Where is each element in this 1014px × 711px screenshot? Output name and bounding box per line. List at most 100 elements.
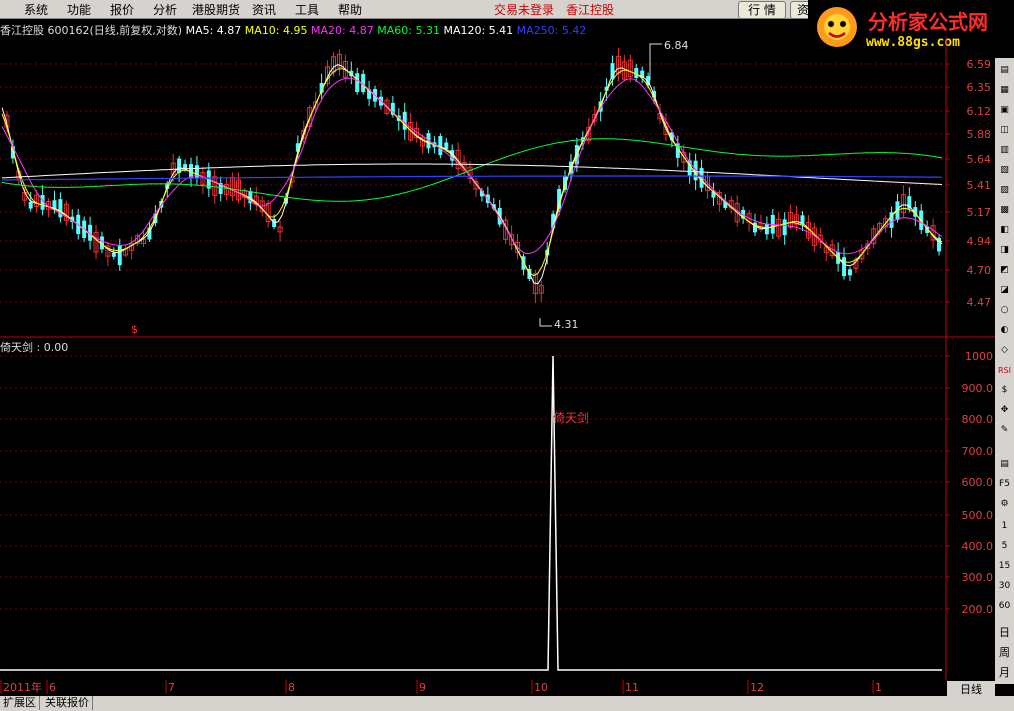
candle-body-down [444, 142, 449, 149]
signal-dollar-marker: $ [131, 323, 138, 336]
toolbar-icon[interactable]: ◧ [996, 222, 1013, 239]
indicator-tick-label: 1000 [965, 350, 993, 363]
toolbar-icon[interactable]: ◫ [996, 122, 1013, 139]
candle-body-down [111, 252, 116, 257]
side-toolbar: ▤ ▦ ▣ ◫ ▥ ▧ ▨ ▩ ◧ ◨ ◩ ◪ ○ ◐ ◇ RSI $ ✥ ✎ … [995, 58, 1014, 684]
time-tick-label: 9 [419, 681, 426, 694]
quote-button[interactable]: 行 情 [738, 1, 786, 19]
dollar-icon[interactable]: $ [996, 382, 1013, 399]
toolbar-icon[interactable]: ▤ [996, 62, 1013, 79]
chart-area[interactable]: 6.59 6.35 6.12 5.88 5.64 5.41 5.17 4.94 4.70 4.47… [0, 36, 995, 680]
low-price-label: 4.31 [554, 318, 579, 331]
time-tick-label: 12 [750, 681, 764, 694]
candle-body-down [177, 158, 182, 173]
toolbar-icon[interactable]: ◪ [996, 282, 1013, 299]
brand-title: 分析家公式网 [868, 10, 988, 34]
move-icon[interactable]: ✥ [996, 402, 1013, 419]
indicator-signal-label: 倚天剑 [553, 410, 589, 425]
price-tick-label: 5.17 [967, 206, 992, 219]
candle-body-down [610, 63, 615, 80]
toolbar-icon[interactable]: ◨ [996, 242, 1013, 259]
price-tick-label: 5.64 [967, 153, 992, 166]
candle-body-down [782, 219, 787, 236]
period-month[interactable]: 月 [996, 664, 1013, 681]
price-tick-label: 4.94 [967, 235, 992, 248]
indicator-tick-label: 400.0 [962, 540, 994, 553]
time-tick-label: 10 [534, 681, 548, 694]
menu-hk-futures[interactable]: 港股期货 [192, 1, 240, 18]
low-marker-line [539, 318, 552, 327]
toolbar-icon[interactable]: ○ [996, 302, 1013, 319]
price-tick-label: 5.88 [967, 128, 992, 141]
ma20-line [1, 77, 943, 255]
candle-body-down [842, 257, 847, 277]
candle-body-down [847, 269, 852, 276]
toolbar-icon[interactable]: ▦ [996, 82, 1013, 99]
candle-body-down [117, 245, 122, 266]
toolbar-rsi[interactable]: RSI [996, 362, 1013, 379]
period-1min[interactable]: 1 [996, 518, 1013, 535]
period-week[interactable]: 周 [996, 644, 1013, 661]
indicator-tick-label: 300.0 [962, 571, 994, 584]
indicator-tick-label: 900.0 [962, 382, 994, 395]
price-tick-label: 6.12 [967, 105, 992, 118]
price-tick-label: 6.35 [967, 81, 992, 94]
period-day[interactable]: 日 [996, 624, 1013, 641]
menu-tools[interactable]: 工具 [295, 1, 319, 18]
menu-analysis[interactable]: 分析 [153, 1, 177, 18]
period-15min[interactable]: 15 [996, 558, 1013, 575]
period-60min[interactable]: 60 [996, 598, 1013, 615]
high-price-label: 6.84 [664, 39, 689, 52]
tab-related-quotes[interactable]: 关联报价 [42, 696, 93, 710]
login-status[interactable]: 交易未登录 [494, 1, 554, 18]
ma60-line [1, 138, 943, 202]
settings-icon[interactable]: ⚙ [996, 496, 1013, 513]
price-tick-label: 4.70 [967, 264, 992, 277]
indicator-header: 倚天剑 : 0.00 [0, 341, 69, 354]
indicator-tick-label: 600.0 [962, 476, 994, 489]
indicator-series: 倚天剑 [0, 355, 942, 671]
time-tick-label: 7 [168, 681, 175, 694]
menubar-stock-name: 香江控股 [566, 3, 615, 17]
time-tick-label: 2011年 [3, 680, 42, 694]
indicator-spike-line [0, 355, 942, 671]
toolbar-icon[interactable]: ▣ [996, 102, 1013, 119]
bottom-tabs: 扩展区 关联报价 [0, 696, 1014, 711]
toolbar-icon[interactable]: ◇ [996, 342, 1013, 359]
period-5min[interactable]: 5 [996, 538, 1013, 555]
time-tick-label: 11 [625, 681, 639, 694]
candle-body-down [402, 111, 407, 130]
period-30min[interactable]: 30 [996, 578, 1013, 595]
indicator-axis: 1000 900.0 800.0 700.0 600.0 500.0 400.0 300.0 2… [946, 350, 993, 616]
price-tick-label: 5.41 [967, 179, 992, 192]
indicator-tick-label: 700.0 [962, 445, 994, 458]
menu-system[interactable]: 系统 [24, 1, 48, 18]
candlestick-series [4, 47, 942, 304]
indicator-tick-label: 200.0 [962, 603, 994, 616]
time-tick-label: 8 [288, 681, 295, 694]
tab-extension[interactable]: 扩展区 [0, 696, 40, 710]
menu-help[interactable]: 帮助 [338, 1, 362, 18]
toolbar-icon[interactable]: ▨ [996, 182, 1013, 199]
candle-body-down [438, 136, 443, 156]
time-tick-label: 6 [49, 681, 56, 694]
toolbar-icon[interactable]: ▥ [996, 142, 1013, 159]
toolbar-icon[interactable]: ◐ [996, 322, 1013, 339]
indicator-tick-label: 800.0 [962, 413, 994, 426]
menu-news[interactable]: 资讯 [252, 1, 276, 18]
toolbar-icon[interactable]: ▧ [996, 162, 1013, 179]
time-axis: 2011年 6 7 8 9 10 11 12 1 [0, 680, 995, 694]
price-tick-label: 4.47 [967, 296, 992, 309]
time-tick-label: 1 [875, 681, 882, 694]
toolbar-icon[interactable]: ◩ [996, 262, 1013, 279]
menu-quote[interactable]: 报价 [110, 1, 134, 18]
toolbar-icon[interactable]: ▩ [996, 202, 1013, 219]
pencil-icon[interactable]: ✎ [996, 422, 1013, 439]
price-tick-label: 6.59 [967, 58, 992, 71]
period-label[interactable]: 日线 [947, 681, 995, 697]
pane-icon[interactable]: ▤ [996, 456, 1013, 473]
indicator-tick-label: 500.0 [962, 509, 994, 522]
candle-body-down [28, 201, 33, 209]
toolbar-f5[interactable]: F5 [996, 476, 1013, 493]
menu-function[interactable]: 功能 [67, 1, 91, 18]
